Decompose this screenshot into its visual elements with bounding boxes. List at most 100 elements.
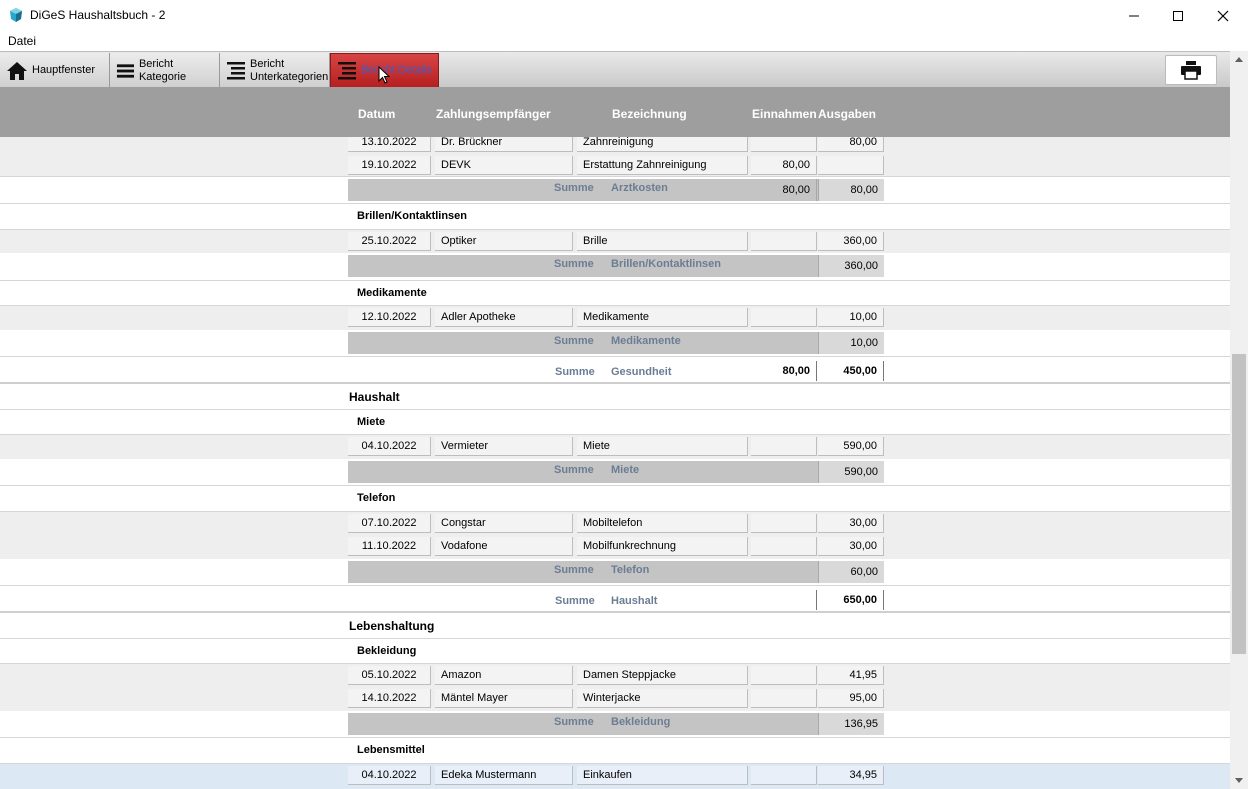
- total-name: Gesundheit: [611, 366, 672, 378]
- sum-label: Summe: [554, 258, 594, 270]
- cell-payee: Congstar: [435, 514, 573, 533]
- cell-expense: 95,00: [818, 689, 884, 708]
- subcategory-header-row: Lebensmittel: [0, 738, 1230, 764]
- sum-name: Arztkosten: [611, 182, 668, 194]
- total-income: [751, 590, 817, 610]
- total-label: Summe: [555, 595, 595, 607]
- subcategory-header-row: Medikamente: [0, 281, 1230, 306]
- column-header-description: Bezeichnung: [612, 107, 687, 121]
- cell-date: 14.10.2022: [348, 689, 431, 708]
- scroll-up-button[interactable]: [1230, 51, 1248, 68]
- subcategory-header-row: Bekleidung: [0, 639, 1230, 664]
- sum-name: Bekleidung: [611, 716, 671, 728]
- report-category-label: Bericht Kategorie: [138, 57, 187, 83]
- cell-expense: 41,95: [818, 666, 884, 685]
- sum-expense: 590,00: [818, 461, 884, 483]
- total-income: 80,00: [751, 361, 817, 381]
- cell-description: Damen Steppjacke: [577, 666, 748, 685]
- column-header-payee: Zahlungsempfänger: [436, 107, 551, 121]
- cell-expense: 34,95: [818, 766, 884, 785]
- sum-name: Medikamente: [611, 335, 681, 347]
- cell-date: 05.10.2022: [348, 666, 431, 685]
- table-row[interactable]: 19.10.2022 DEVK Erstattung Zahnreinigung…: [0, 154, 1230, 177]
- cell-expense: 30,00: [818, 514, 884, 533]
- report-body: 13.10.2022 Dr. Brückner Zahnreinigung 80…: [0, 137, 1230, 789]
- sum-name: Miete: [611, 464, 640, 476]
- sum-name: Brillen/Kontaktlinsen: [611, 258, 722, 270]
- table-row[interactable]: 11.10.2022 Vodafone Mobilfunkrechnung 30…: [0, 535, 1230, 559]
- sum-income: 80,00: [751, 179, 817, 201]
- table-row[interactable]: 04.10.2022 Vermieter Miete 590,00: [0, 435, 1230, 459]
- cell-date: 19.10.2022: [348, 156, 431, 175]
- title-bar: DiGeS Haushaltsbuch - 2: [0, 0, 1248, 31]
- subcategory-label: Lebensmittel: [357, 744, 425, 756]
- report-category-button[interactable]: Bericht Kategorie: [110, 53, 220, 88]
- maximize-button[interactable]: [1155, 0, 1201, 31]
- category-header-row: Lebenshaltung: [0, 613, 1230, 639]
- cell-date: 13.10.2022: [348, 137, 431, 152]
- sum-expense: 10,00: [818, 332, 884, 354]
- cell-income: [751, 232, 817, 251]
- app-window: DiGeS Haushaltsbuch - 2 Datei Hauptfenst…: [0, 0, 1248, 789]
- cell-expense: 360,00: [818, 232, 884, 251]
- cell-payee: Mäntel Mayer: [435, 689, 573, 708]
- cell-expense: 80,00: [818, 137, 884, 152]
- minimize-button[interactable]: [1111, 0, 1157, 31]
- sum-expense: 136,95: [818, 713, 884, 735]
- close-button[interactable]: [1200, 0, 1246, 31]
- subcategory-sum-row: Summe Brillen/Kontaktlinsen 360,00: [0, 253, 1230, 281]
- table-row[interactable]: 12.10.2022 Adler Apotheke Medikamente 10…: [0, 306, 1230, 330]
- cell-description: Miete: [577, 437, 748, 456]
- cell-description: Einkaufen: [577, 766, 748, 785]
- sum-label: Summe: [554, 564, 594, 576]
- subcategory-header-row: Brillen/Kontaktlinsen: [0, 204, 1230, 230]
- subcategory-label: Brillen/Kontaktlinsen: [357, 210, 468, 222]
- sum-name: Telefon: [611, 564, 650, 576]
- table-row-selected[interactable]: 04.10.2022 Edeka Mustermann Einkaufen 34…: [0, 764, 1230, 789]
- table-row[interactable]: 13.10.2022 Dr. Brückner Zahnreinigung 80…: [0, 137, 1230, 154]
- cell-income: [751, 666, 817, 685]
- home-icon: [7, 61, 27, 80]
- details-list-icon: [338, 61, 356, 79]
- main-window-button[interactable]: Hauptfenster: [0, 53, 110, 88]
- table-row[interactable]: 25.10.2022 Optiker Brille 360,00: [0, 230, 1230, 253]
- menu-file[interactable]: Datei: [8, 34, 36, 48]
- cell-income: [751, 766, 817, 785]
- arrow-down-icon: [1235, 778, 1243, 783]
- cell-payee: Amazon: [435, 666, 573, 685]
- print-button[interactable]: [1165, 55, 1217, 85]
- category-label: Lebenshaltung: [349, 619, 435, 633]
- table-row[interactable]: 07.10.2022 Congstar Mobiltelefon 30,00: [0, 512, 1230, 535]
- cell-description: Erstattung Zahnreinigung: [577, 156, 748, 175]
- cell-date: 25.10.2022: [348, 232, 431, 251]
- vertical-scrollbar[interactable]: [1230, 51, 1248, 789]
- sum-expense: 360,00: [818, 255, 884, 277]
- cell-payee: Edeka Mustermann: [435, 766, 573, 785]
- subcategory-label: Medikamente: [357, 287, 427, 299]
- scroll-thumb[interactable]: [1232, 354, 1246, 654]
- arrow-up-icon: [1235, 57, 1243, 62]
- subcategory-sum-row: Summe Bekleidung 136,95: [0, 711, 1230, 738]
- cell-income: [751, 689, 817, 708]
- table-row[interactable]: 05.10.2022 Amazon Damen Steppjacke 41,95: [0, 664, 1230, 687]
- cell-income: [751, 137, 817, 152]
- subcategory-header-row: Miete: [0, 410, 1230, 435]
- report-details-label: Bericht Details: [361, 64, 432, 76]
- subcategory-label: Miete: [357, 416, 386, 428]
- cell-expense: [818, 156, 884, 175]
- category-label: Haushalt: [349, 390, 400, 404]
- cell-description: Mobilfunkrechnung: [577, 537, 748, 556]
- table-row[interactable]: 14.10.2022 Mäntel Mayer Winterjacke 95,0…: [0, 687, 1230, 711]
- cell-description: Medikamente: [577, 308, 748, 327]
- toolbar: Hauptfenster Bericht Kategorie Bericht Un…: [0, 51, 1248, 88]
- cell-payee: DEVK: [435, 156, 573, 175]
- total-label: Summe: [555, 366, 595, 378]
- sum-label: Summe: [554, 335, 594, 347]
- app-logo-icon: [10, 8, 22, 22]
- cell-payee: Adler Apotheke: [435, 308, 573, 327]
- subcategory-sum-row: Summe Telefon 60,00: [0, 559, 1230, 586]
- cell-income: [751, 537, 817, 556]
- cell-date: 04.10.2022: [348, 437, 431, 456]
- report-subcategories-button[interactable]: Bericht Unterkategorien: [220, 53, 330, 88]
- scroll-down-button[interactable]: [1230, 772, 1248, 789]
